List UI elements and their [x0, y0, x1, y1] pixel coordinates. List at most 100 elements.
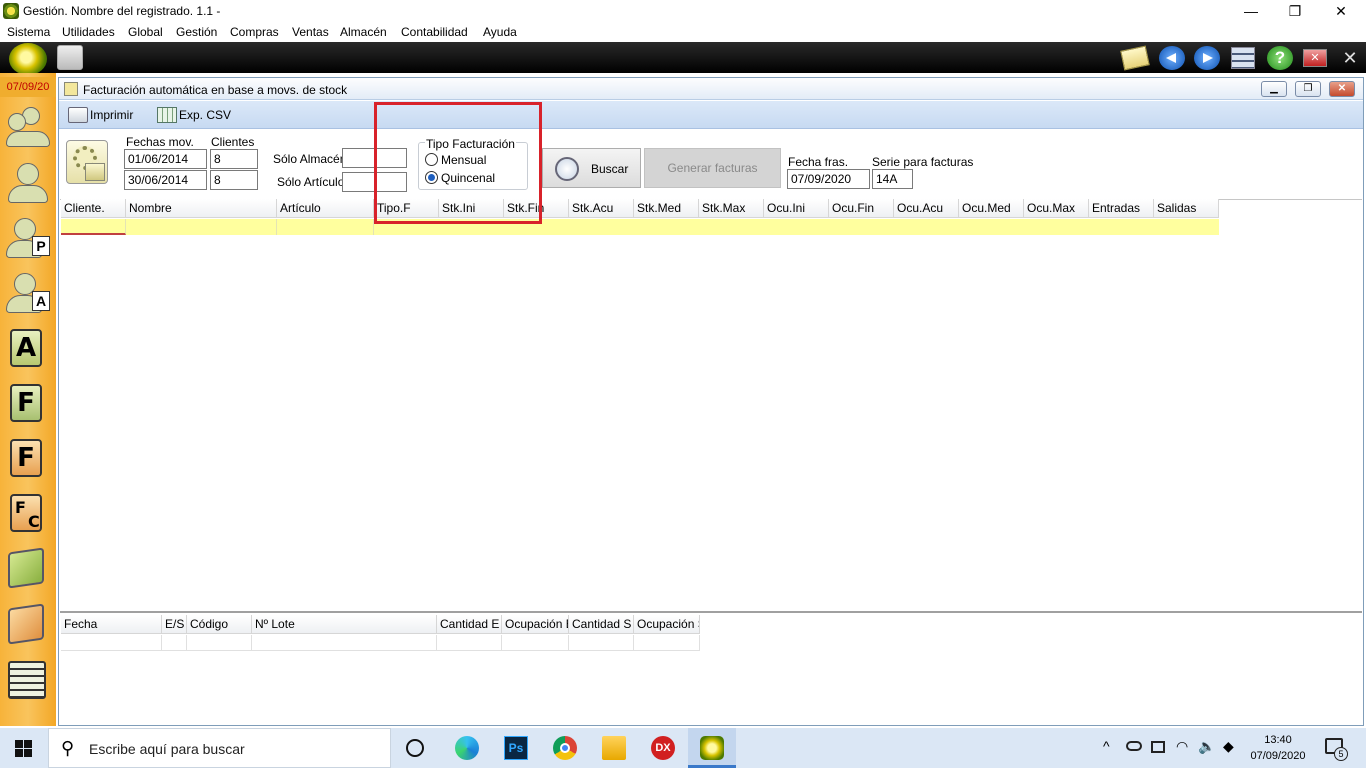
col-ocu-acu[interactable]: Ocu.Acu [894, 199, 959, 218]
help-icon[interactable]: ? [1267, 46, 1293, 70]
active-app-tab[interactable] [688, 728, 736, 768]
minimize-button[interactable]: — [1228, 0, 1274, 22]
fecha-desde-input[interactable]: 01/06/2014 [124, 149, 207, 169]
close-window-icon[interactable]: ✕ [1303, 49, 1327, 67]
menu-almacen[interactable]: Almacén [340, 25, 387, 39]
taskbar-clock[interactable]: 13:40 07/09/2020 [1244, 732, 1312, 764]
windows-start-icon[interactable] [15, 740, 33, 757]
edge-icon[interactable] [455, 736, 479, 760]
app-titlebar: Gestión. Nombre del registrado. 1.1 - — … [0, 0, 1366, 22]
col-ocu-max[interactable]: Ocu.Max [1024, 199, 1089, 218]
fecha-hasta-input[interactable]: 30/06/2014 [124, 170, 207, 190]
col-salidas[interactable]: Salidas [1154, 199, 1219, 218]
back-arrow-icon[interactable] [1159, 46, 1185, 70]
col-articulo[interactable]: Artículo [277, 199, 374, 218]
chrome-icon[interactable] [553, 736, 577, 760]
articles-icon[interactable]: A [10, 329, 42, 367]
notifications-icon[interactable]: 5 [1325, 738, 1348, 761]
detail-row[interactable] [61, 635, 700, 651]
export-csv-button[interactable]: Exp. CSV [155, 106, 231, 124]
buscar-button[interactable]: Buscar [542, 148, 641, 188]
printer-icon [68, 107, 88, 123]
battery-icon[interactable] [1151, 741, 1165, 753]
forward-arrow-icon[interactable] [1194, 46, 1220, 70]
exit-app-icon[interactable]: ✕ [1338, 47, 1362, 69]
col-stk-med[interactable]: Stk.Med [634, 199, 699, 218]
fecha-fras-label: Fecha fras. [788, 155, 849, 169]
menu-compras[interactable]: Compras [230, 25, 279, 39]
search-target-icon [555, 157, 579, 181]
tile-windows-icon[interactable] [1231, 47, 1255, 69]
col-fecha[interactable]: Fecha [61, 615, 162, 634]
col-ocu-med[interactable]: Ocu.Med [959, 199, 1024, 218]
export-label: Exp. CSV [179, 108, 232, 122]
purchase-invoices-icon[interactable]: F [10, 439, 42, 477]
col-ocu-ini[interactable]: Ocu.Ini [764, 199, 829, 218]
close-button[interactable]: ✕ [1318, 0, 1364, 22]
highlight-annotation [374, 102, 542, 224]
cliente-hasta-input[interactable]: 8 [210, 170, 258, 190]
menu-contabilidad[interactable]: Contabilidad [401, 25, 468, 39]
client-icon[interactable] [6, 161, 50, 205]
col-stk-max[interactable]: Stk.Max [699, 199, 764, 218]
mail-icon[interactable] [1120, 45, 1150, 71]
gestion-app-icon [700, 736, 724, 760]
volume-muted-icon[interactable]: 🔈 [1198, 738, 1215, 755]
menu-utilidades[interactable]: Utilidades [62, 25, 115, 39]
col-codigo[interactable]: Código [187, 615, 252, 634]
col-cliente[interactable]: Cliente. [61, 199, 126, 218]
col-ocupacion-s[interactable]: Ocupación S [634, 615, 700, 634]
cliente-desde-input[interactable]: 8 [210, 149, 258, 169]
purchases-bag-icon[interactable] [8, 603, 44, 645]
table-row[interactable] [61, 219, 1219, 235]
menu-ayuda[interactable]: Ayuda [483, 25, 517, 39]
main-grid[interactable] [60, 199, 1362, 613]
search-icon: ⚲ [61, 738, 75, 758]
menu-sistema[interactable]: Sistema [7, 25, 50, 39]
clientes-label: Clientes [211, 135, 255, 149]
col-stk-acu[interactable]: Stk.Acu [569, 199, 634, 218]
restore-button[interactable]: ❐ [1272, 0, 1318, 22]
col-lote[interactable]: Nº Lote [252, 615, 437, 634]
menu-ventas[interactable]: Ventas [292, 25, 329, 39]
col-cantidad-s[interactable]: Cantidad S [569, 615, 634, 634]
menu-gestion[interactable]: Gestión [176, 25, 217, 39]
col-ocu-fin[interactable]: Ocu.Fin [829, 199, 894, 218]
col-nombre[interactable]: Nombre [126, 199, 277, 218]
generar-facturas-button[interactable]: Generar facturas [644, 148, 781, 188]
col-es[interactable]: E/S [162, 615, 187, 634]
child-restore-button[interactable]: ❐ [1295, 81, 1321, 97]
col-ocupacion-e[interactable]: Ocupación E [502, 615, 569, 634]
chevron-up-icon[interactable]: ^ [1103, 738, 1110, 754]
taskbar-search[interactable]: ⚲ Escribe aquí para buscar [48, 728, 391, 768]
users-icon[interactable] [6, 105, 50, 149]
print-button[interactable]: Imprimir [66, 106, 133, 124]
col-cantidad-e[interactable]: Cantidad E [437, 615, 502, 634]
onedrive-icon[interactable] [1126, 741, 1142, 751]
task-view-icon[interactable] [406, 739, 424, 757]
clock-time: 13:40 [1264, 734, 1292, 746]
serie-input[interactable]: 14A [872, 169, 913, 189]
child-minimize-button[interactable]: ▁ [1261, 81, 1287, 97]
menu-global[interactable]: Global [128, 25, 163, 39]
dropbox-icon[interactable]: ◆ [1223, 738, 1234, 755]
invoices-icon[interactable]: F [10, 384, 42, 422]
ledger-icon[interactable] [8, 661, 46, 699]
agent-icon[interactable]: A [6, 271, 50, 315]
supplier-icon[interactable]: P [6, 216, 50, 260]
buscar-label: Buscar [591, 162, 629, 176]
window-list-icon[interactable] [57, 45, 83, 70]
col-entradas[interactable]: Entradas [1089, 199, 1154, 218]
dx-app-icon[interactable]: DX [651, 736, 675, 760]
sales-bag-icon[interactable] [8, 547, 44, 589]
fc-icon[interactable]: FC [10, 494, 42, 532]
detail-grid-header: Fecha E/S Código Nº Lote Cantidad E Ocup… [61, 615, 700, 634]
wifi-icon[interactable]: ◠ [1176, 738, 1188, 755]
photoshop-icon[interactable]: Ps [504, 736, 528, 760]
child-close-button[interactable]: ✕ [1329, 81, 1355, 97]
app-icon [3, 3, 19, 19]
spreadsheet-icon [157, 107, 177, 123]
fecha-fras-input[interactable]: 07/09/2020 [787, 169, 870, 189]
window-title: Facturación automática en base a movs. d… [83, 83, 348, 97]
file-explorer-icon[interactable] [602, 736, 626, 760]
